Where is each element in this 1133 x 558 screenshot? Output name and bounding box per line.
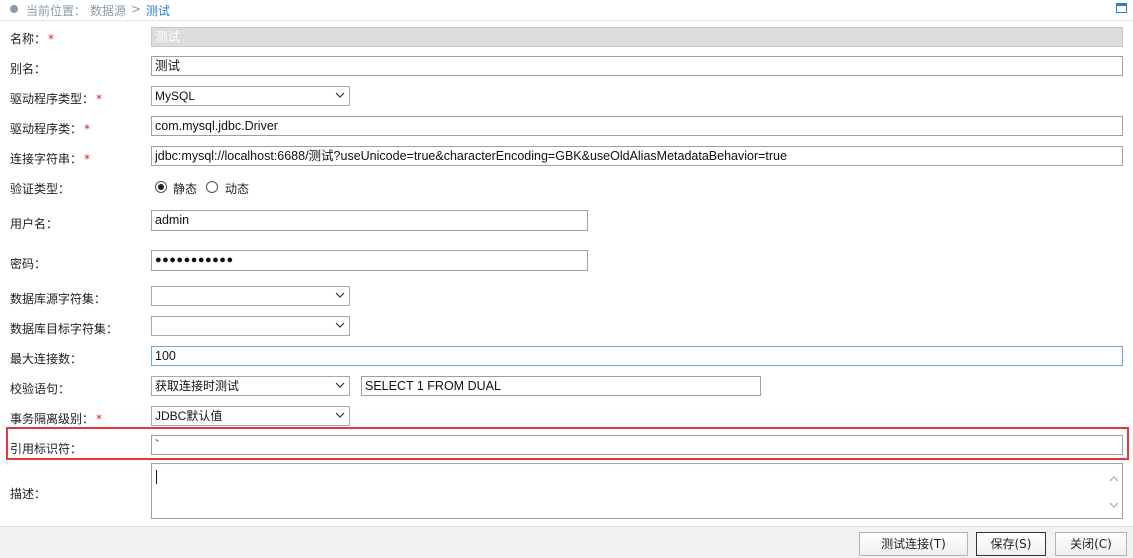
- chevron-down-icon: [335, 292, 345, 298]
- connection-string-field[interactable]: jdbc:mysql://localhost:6688/测试?useUnicod…: [151, 146, 1123, 166]
- username-label: 用户名：: [10, 217, 59, 231]
- chevron-down-icon: [335, 382, 345, 388]
- description-textarea[interactable]: [151, 463, 1123, 519]
- chevron-down-icon: [335, 412, 345, 418]
- breadcrumb-current: 测试: [146, 4, 171, 18]
- text-cursor: [156, 470, 157, 484]
- breadcrumb-datasource[interactable]: 数据源: [90, 2, 126, 19]
- validation-query-field[interactable]: SELECT 1 FROM DUAL: [361, 376, 761, 396]
- db-target-charset-label: 数据库目标字符集：: [10, 322, 119, 336]
- isolation-level-select[interactable]: JDBC默认值: [151, 406, 350, 426]
- description-label: 描述：: [10, 487, 47, 501]
- isolation-level-label: 事务隔离级别： *: [10, 412, 103, 426]
- quote-identifier-label: 引用标识符：: [10, 442, 83, 456]
- scroll-down-icon[interactable]: [1109, 501, 1119, 509]
- auth-static-radio[interactable]: [155, 181, 167, 193]
- name-field: 测试: [151, 27, 1123, 47]
- auth-dynamic-radio[interactable]: [206, 181, 218, 193]
- save-button[interactable]: 保存(S): [976, 532, 1046, 556]
- breadcrumb: 当前位置： 数据源 > 测试: [0, 0, 1133, 21]
- validation-query-label: 校验语句：: [10, 382, 71, 396]
- driver-type-label: 驱动程序类型： *: [10, 92, 103, 106]
- max-connections-field[interactable]: 100: [151, 346, 1123, 366]
- breadcrumb-separator: >: [131, 2, 142, 16]
- username-field[interactable]: admin: [151, 210, 588, 231]
- driver-type-select[interactable]: MySQL: [151, 86, 350, 106]
- alias-field[interactable]: 测试: [151, 56, 1123, 76]
- quote-identifier-field[interactable]: `: [151, 435, 1123, 455]
- close-button[interactable]: 关闭(C): [1055, 532, 1127, 556]
- test-connection-button[interactable]: 测试连接(T): [859, 532, 968, 556]
- max-connections-label: 最大连接数：: [10, 352, 83, 366]
- location-dot-icon: [10, 5, 18, 13]
- footer-bar: 测试连接(T) 保存(S) 关闭(C): [0, 526, 1133, 558]
- password-label: 密码：: [10, 257, 47, 271]
- auth-static-label[interactable]: 静态: [173, 180, 197, 197]
- scroll-up-icon[interactable]: [1109, 475, 1119, 483]
- chevron-down-icon: [335, 92, 345, 98]
- auth-dynamic-label[interactable]: 动态: [225, 180, 249, 197]
- password-field[interactable]: ●●●●●●●●●●●: [151, 250, 588, 271]
- db-target-charset-select[interactable]: [151, 316, 350, 336]
- driver-class-label: 驱动程序类： *: [10, 122, 91, 136]
- name-label: 名称： *: [10, 32, 55, 46]
- db-source-charset-label: 数据库源字符集：: [10, 292, 107, 306]
- validation-mode-select[interactable]: 获取连接时测试: [151, 376, 350, 396]
- driver-class-field[interactable]: com.mysql.jdbc.Driver: [151, 116, 1123, 136]
- chevron-down-icon: [335, 322, 345, 328]
- maximize-icon[interactable]: [1116, 3, 1127, 13]
- connection-string-label: 连接字符串： *: [10, 152, 91, 166]
- db-source-charset-select[interactable]: [151, 286, 350, 306]
- breadcrumb-prefix: 当前位置：: [26, 4, 87, 18]
- auth-type-label: 验证类型：: [10, 182, 71, 196]
- alias-label: 别名：: [10, 62, 47, 76]
